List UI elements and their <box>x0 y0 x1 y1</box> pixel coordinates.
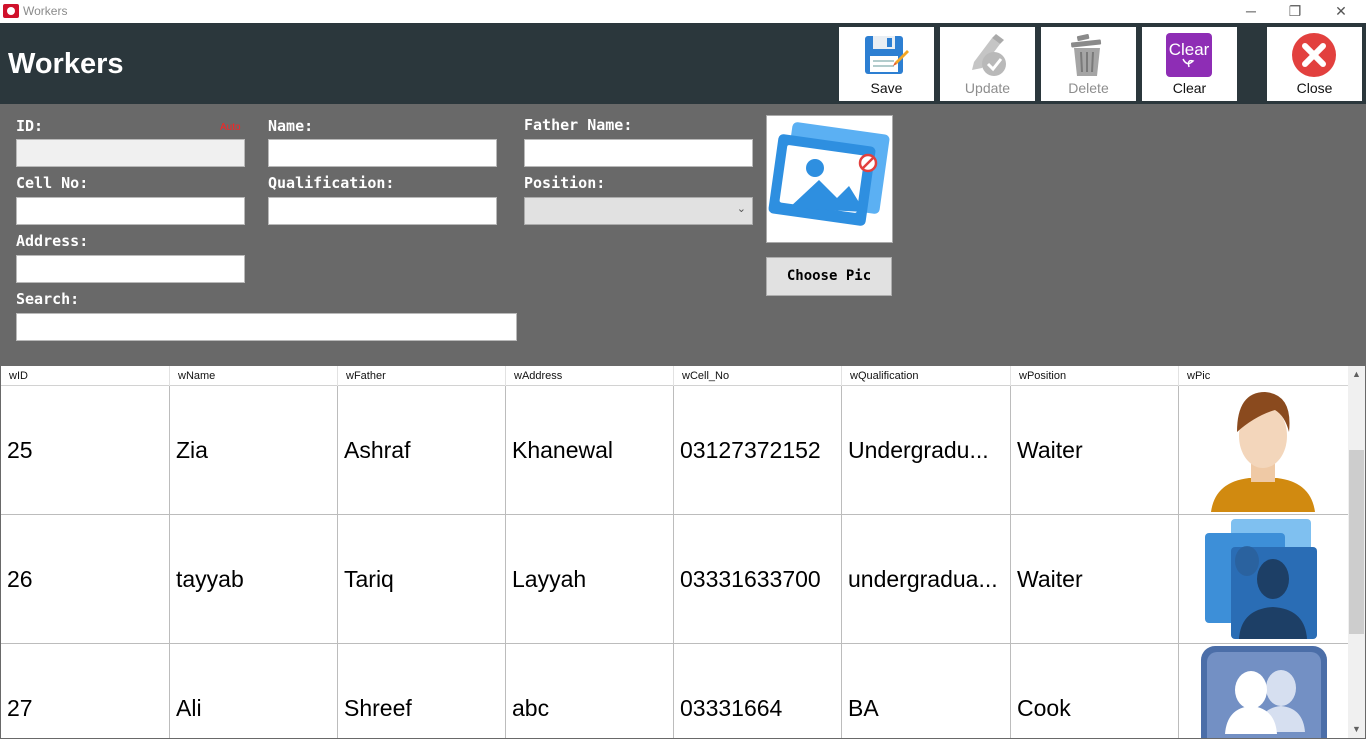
scroll-down-icon[interactable]: ▼ <box>1348 721 1365 738</box>
column-header-wcell-no[interactable]: wCell_No <box>674 366 842 386</box>
qualification-field[interactable] <box>268 197 497 225</box>
edit-check-icon <box>972 34 1006 76</box>
search-input[interactable] <box>16 313 517 341</box>
save-button[interactable]: Save <box>839 27 934 101</box>
minimize-button[interactable]: ─ <box>1228 0 1274 23</box>
cell-wid[interactable]: 25 <box>1 386 170 515</box>
cell-wposition[interactable]: Cook <box>1011 644 1179 738</box>
svg-text:Clear: Clear <box>1169 40 1210 59</box>
users-icon <box>1201 646 1327 738</box>
cell-wname[interactable]: tayyab <box>170 515 338 644</box>
column-header-wfather[interactable]: wFather <box>338 366 506 386</box>
close-button[interactable]: Close <box>1267 27 1362 101</box>
cell-wcell-no[interactable]: 03331633700 <box>674 515 842 644</box>
cell-wpic[interactable] <box>1179 386 1349 515</box>
table-row[interactable]: 27 Ali Shreef abc 03331664 BA Cook <box>1 644 1349 738</box>
cell-wposition[interactable]: Waiter <box>1011 386 1179 515</box>
cell-wqualification[interactable]: Undergradu... <box>842 386 1011 515</box>
address-field[interactable] <box>16 255 245 283</box>
name-label: Name: <box>268 117 314 135</box>
image-placeholder-icon <box>768 122 890 226</box>
floppy-disk-icon <box>865 36 909 74</box>
delete-button[interactable]: Delete <box>1041 27 1136 101</box>
qualification-label: Qualification: <box>268 174 395 192</box>
cell-no-label: Cell No: <box>16 174 89 192</box>
column-header-wid[interactable]: wID <box>1 366 170 386</box>
cell-wqualification[interactable]: undergradua... <box>842 515 1011 644</box>
choose-pic-button[interactable]: Choose Pic <box>766 257 892 296</box>
column-header-wqualification[interactable]: wQualification <box>842 366 1011 386</box>
cell-wid[interactable]: 26 <box>1 515 170 644</box>
column-header-wpic[interactable]: wPic <box>1179 366 1349 386</box>
cell-wid[interactable]: 27 <box>1 644 170 738</box>
cell-waddress[interactable]: Khanewal <box>506 386 674 515</box>
clear-button[interactable]: Clear Clear <box>1142 27 1237 101</box>
id-field[interactable] <box>16 139 245 167</box>
save-label: Save <box>870 80 903 96</box>
cell-wfather[interactable]: Tariq <box>338 515 506 644</box>
restore-button[interactable]: ❐ <box>1272 0 1318 23</box>
auto-label: Auto <box>220 122 241 133</box>
column-header-wname[interactable]: wName <box>170 366 338 386</box>
cell-waddress[interactable]: abc <box>506 644 674 738</box>
worker-picture-box[interactable] <box>766 115 893 243</box>
close-circle-icon <box>1292 33 1336 77</box>
app-icon <box>3 4 19 18</box>
cell-wfather[interactable]: Ashraf <box>338 386 506 515</box>
grid-header: wID wName wFather wAddress wCell_No wQua… <box>1 366 1349 386</box>
update-button[interactable]: Update <box>940 27 1035 101</box>
clear-label: Clear <box>1172 80 1207 96</box>
page-title: Workers <box>8 48 124 80</box>
window-close-button[interactable]: ✕ <box>1318 0 1364 23</box>
scroll-thumb[interactable] <box>1349 450 1364 634</box>
cell-no-field[interactable] <box>16 197 245 225</box>
father-name-field[interactable] <box>524 139 753 167</box>
header-bar: Workers Save Update Delete Clear Clear C… <box>0 23 1366 104</box>
chevron-down-icon: ⌄ <box>736 203 746 215</box>
position-select[interactable]: ⌄ <box>524 197 753 225</box>
table-row[interactable]: 25 Zia Ashraf Khanewal 03127372152 Under… <box>1 386 1349 515</box>
grid-scrollbar[interactable]: ▲ ▼ <box>1348 366 1365 738</box>
address-label: Address: <box>16 232 89 250</box>
father-name-label: Father Name: <box>524 116 633 134</box>
cell-wcell-no[interactable]: 03331664 <box>674 644 842 738</box>
cell-waddress[interactable]: Layyah <box>506 515 674 644</box>
scroll-up-icon[interactable]: ▲ <box>1348 366 1365 383</box>
name-field[interactable] <box>268 139 497 167</box>
cell-wposition[interactable]: Waiter <box>1011 515 1179 644</box>
update-label: Update <box>964 80 1011 96</box>
table-row[interactable]: 26 tayyab Tariq Layyah 03331633700 under… <box>1 515 1349 644</box>
column-header-wposition[interactable]: wPosition <box>1011 366 1179 386</box>
trash-icon <box>1070 33 1102 76</box>
cell-wname[interactable]: Ali <box>170 644 338 738</box>
column-header-waddress[interactable]: wAddress <box>506 366 674 386</box>
delete-label: Delete <box>1068 80 1109 96</box>
id-label: ID: <box>16 117 44 135</box>
user-group-glass-icon <box>1205 519 1317 639</box>
clear-icon: Clear <box>1166 33 1212 77</box>
workers-grid[interactable]: wID wName wFather wAddress wCell_No wQua… <box>0 365 1366 739</box>
cell-wpic[interactable] <box>1179 644 1349 738</box>
cell-wpic[interactable] <box>1179 515 1349 644</box>
window-title: Workers <box>23 4 68 18</box>
position-label: Position: <box>524 174 606 192</box>
search-label: Search: <box>16 290 80 308</box>
worker-form: ID: Auto Name: Father Name: Cell No: Qua… <box>0 104 1366 365</box>
male-avatar-icon <box>1211 392 1315 512</box>
cell-wcell-no[interactable]: 03127372152 <box>674 386 842 515</box>
cell-wname[interactable]: Zia <box>170 386 338 515</box>
window-titlebar: Workers ─ ❐ ✕ <box>0 0 1366 23</box>
cell-wfather[interactable]: Shreef <box>338 644 506 738</box>
close-label: Close <box>1296 80 1333 96</box>
cell-wqualification[interactable]: BA <box>842 644 1011 738</box>
